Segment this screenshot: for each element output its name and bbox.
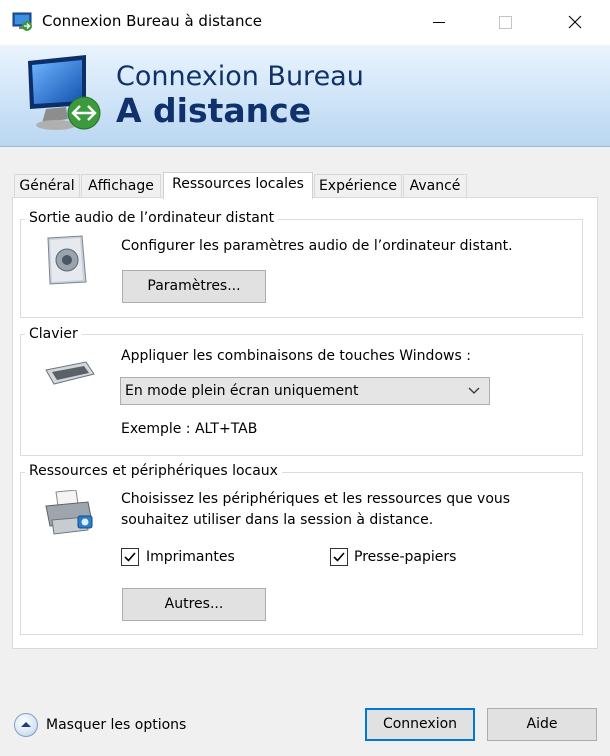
banner-title-line1: Connexion Bureau: [116, 61, 364, 92]
maximize-button[interactable]: [482, 0, 528, 45]
tab-general[interactable]: Général: [14, 174, 80, 198]
clipboard-checkbox[interactable]: [330, 548, 348, 566]
tab-advanced[interactable]: Avancé: [403, 174, 467, 198]
printers-label[interactable]: Imprimantes: [146, 549, 235, 565]
checkmark-icon: [124, 552, 136, 562]
keyboard-group-title: Clavier: [25, 326, 82, 342]
audio-group-title: Sortie audio de l’ordinateur distant: [25, 210, 279, 226]
hide-options-button[interactable]: [14, 713, 38, 737]
chevron-up-icon: [21, 722, 31, 727]
remote-desktop-logo-icon: [28, 55, 101, 130]
tab-local-resources[interactable]: Ressources locales: [163, 172, 313, 199]
windows-keys-dropdown[interactable]: En mode plein écran uniquement: [120, 377, 490, 405]
keyboard-example: Exemple : ALT+TAB: [121, 421, 258, 437]
more-devices-button[interactable]: Autres...: [122, 588, 266, 621]
printer-icon: [45, 490, 93, 535]
clipboard-label[interactable]: Presse-papiers: [354, 549, 456, 565]
chevron-down-icon: [468, 387, 480, 394]
minimize-icon: [433, 22, 445, 23]
help-button[interactable]: Aide: [487, 708, 597, 741]
speaker-icon: [47, 235, 87, 285]
close-button[interactable]: [552, 0, 598, 45]
keyboard-description: Appliquer les combinaisons de touches Wi…: [121, 348, 471, 364]
devices-description-line1: Choisissez les périphériques et les ress…: [121, 491, 511, 507]
tab-strip: Général Affichage Ressources locales Exp…: [14, 172, 474, 199]
audio-description: Configurer les paramètres audio de l’ord…: [121, 238, 513, 254]
hide-options-label[interactable]: Masquer les options: [46, 717, 186, 733]
close-icon: [568, 15, 582, 29]
remote-desktop-icon: [12, 12, 32, 31]
connect-button[interactable]: Connexion: [365, 708, 475, 741]
tab-display[interactable]: Affichage: [81, 174, 161, 198]
checkmark-icon: [333, 552, 345, 562]
banner: Connexion Bureau A distance: [0, 45, 610, 147]
tab-experience[interactable]: Expérience: [314, 174, 402, 198]
windows-keys-selected: En mode plein écran uniquement: [125, 383, 359, 399]
devices-description-line2: souhaitez utiliser dans la session à dis…: [121, 512, 434, 528]
keyboard-icon: [45, 361, 95, 385]
audio-settings-button[interactable]: Paramètres...: [122, 270, 266, 303]
maximize-icon: [499, 16, 512, 29]
printers-checkbox[interactable]: [121, 548, 139, 566]
devices-group-title: Ressources et périphériques locaux: [25, 463, 282, 479]
title-bar: Connexion Bureau à distance: [0, 0, 610, 45]
window-title: Connexion Bureau à distance: [42, 12, 262, 30]
minimize-button[interactable]: [416, 0, 462, 45]
audio-group: [20, 219, 583, 318]
banner-title-line2: A distance: [116, 91, 312, 130]
